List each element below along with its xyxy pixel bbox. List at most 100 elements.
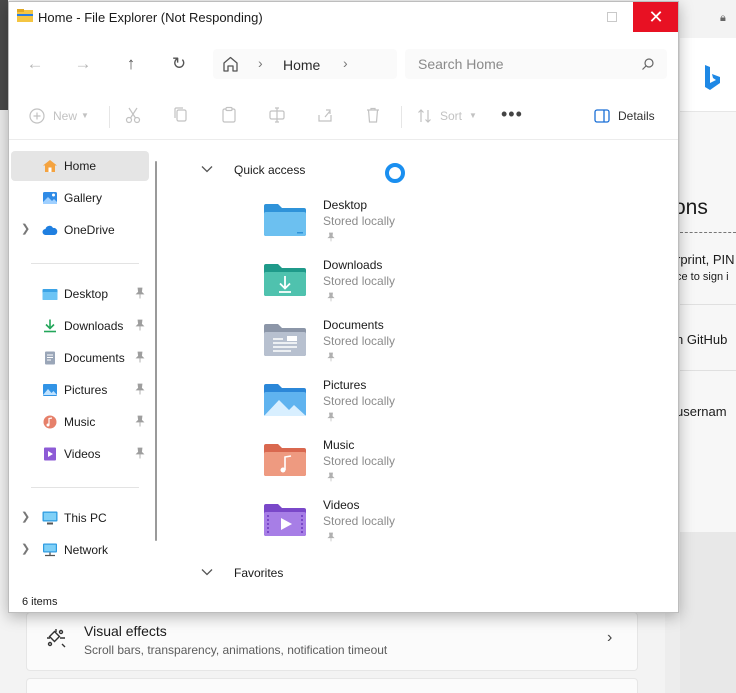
- pin-icon[interactable]: [135, 319, 145, 331]
- refresh-button[interactable]: ↻: [167, 54, 191, 74]
- sidebar-scrollbar[interactable]: [155, 161, 157, 541]
- sidebar-item-label: Music: [64, 415, 96, 429]
- pin-icon[interactable]: [327, 412, 335, 422]
- sidebar-item-this-pc[interactable]: ❯ This PC: [11, 503, 149, 533]
- breadcrumb-home[interactable]: Home: [283, 57, 320, 73]
- file-explorer-icon: [17, 9, 33, 22]
- delete-button[interactable]: [364, 106, 384, 126]
- sidebar-item-label: Pictures: [64, 383, 108, 397]
- pin-icon[interactable]: [327, 232, 335, 242]
- pin-icon[interactable]: [135, 447, 145, 459]
- bing-logo-icon[interactable]: [702, 64, 722, 92]
- sidebar-divider: [31, 487, 139, 488]
- more-options-button[interactable]: •••: [501, 104, 523, 125]
- browser-lower-area: [680, 532, 736, 693]
- pin-icon[interactable]: [327, 532, 335, 542]
- folder-name: Videos: [323, 498, 360, 512]
- pc-icon: [42, 511, 58, 525]
- chevron-down-icon: ▼: [469, 111, 477, 120]
- pin-icon[interactable]: [327, 292, 335, 302]
- trash-icon: [367, 107, 379, 123]
- copy-button[interactable]: [172, 106, 192, 126]
- new-button[interactable]: New ▼: [29, 106, 95, 126]
- downloads-folder-icon: [264, 264, 306, 296]
- chevron-down-icon: ▼: [81, 111, 89, 120]
- pin-icon[interactable]: [135, 383, 145, 395]
- background-browser-window: 🔒︎ ons rprint, PIN ce to sign i n GitHub…: [674, 0, 736, 693]
- breadcrumb-chevron-icon[interactable]: ›: [258, 55, 263, 71]
- pin-icon[interactable]: [135, 287, 145, 299]
- sidebar-item-label: OneDrive: [64, 223, 115, 237]
- chevron-right-icon[interactable]: ❯: [21, 510, 30, 523]
- details-label: Details: [618, 109, 655, 123]
- quick-access-title: Quick access: [234, 163, 306, 177]
- folder-item-downloads[interactable]: Downloads Stored locally: [263, 258, 513, 318]
- share-icon: [318, 109, 332, 122]
- breadcrumb-chevron-icon[interactable]: ›: [343, 55, 348, 71]
- folder-name: Pictures: [323, 378, 367, 392]
- browser-heading-fragment: ons: [674, 196, 708, 219]
- paste-button[interactable]: [220, 106, 240, 126]
- folder-item-pictures[interactable]: Pictures Stored locally: [263, 378, 513, 438]
- sidebar-item-label: Network: [64, 543, 109, 557]
- search-icon[interactable]: [641, 57, 655, 71]
- favorites-title: Favorites: [234, 566, 284, 580]
- browser-text-fragment-1: rprint, PIN: [676, 252, 735, 267]
- chevron-right-icon[interactable]: ❯: [21, 222, 30, 235]
- settings-card-partial[interactable]: [26, 678, 638, 693]
- share-button[interactable]: [316, 106, 336, 126]
- desktop-folder-icon: [42, 289, 58, 300]
- videos-icon: [44, 447, 56, 461]
- folder-item-desktop[interactable]: Desktop Stored locally: [263, 198, 513, 258]
- sidebar-item-gallery[interactable]: Gallery: [11, 183, 149, 213]
- search-input[interactable]: [405, 49, 635, 79]
- home-icon[interactable]: [222, 56, 239, 72]
- sidebar-item-label: This PC: [64, 511, 107, 525]
- status-bar: 6 items: [9, 591, 678, 612]
- sidebar-item-downloads[interactable]: Downloads: [11, 311, 149, 341]
- pin-icon[interactable]: [135, 351, 145, 363]
- address-bar[interactable]: › Home ›: [213, 49, 397, 79]
- new-label: New: [53, 109, 78, 123]
- sidebar-item-label: Desktop: [64, 287, 109, 301]
- sidebar-item-pictures[interactable]: Pictures: [11, 375, 149, 405]
- background-window-edge: [0, 0, 8, 110]
- sidebar-item-label: Gallery: [64, 191, 103, 205]
- rename-icon: [269, 107, 285, 123]
- sidebar-item-home[interactable]: Home: [11, 151, 149, 181]
- close-icon: ✕: [648, 7, 664, 27]
- music-folder-icon: [264, 444, 306, 476]
- pin-icon[interactable]: [327, 352, 335, 362]
- music-icon: [43, 415, 57, 429]
- sidebar-item-label: Home: [64, 159, 97, 173]
- pin-icon[interactable]: [327, 472, 335, 482]
- folder-item-music[interactable]: Music Stored locally: [263, 438, 513, 498]
- close-button[interactable]: ✕: [633, 2, 678, 32]
- sidebar-item-music[interactable]: Music: [11, 407, 149, 437]
- up-button[interactable]: ↑: [119, 54, 143, 74]
- navigation-pane: Home Gallery ❯ OneDrive Desktop Download…: [9, 141, 164, 589]
- navigation-bar: ← → ↑ ↻ › Home ›: [9, 32, 678, 90]
- maximize-button[interactable]: [591, 2, 633, 32]
- sort-label: Sort: [440, 109, 463, 123]
- sidebar-item-desktop[interactable]: Desktop: [11, 279, 149, 309]
- back-button[interactable]: ←: [23, 54, 47, 74]
- visual-effects-card[interactable]: Visual effects Scroll bars, transparency…: [26, 612, 638, 671]
- folder-status: Stored locally: [323, 454, 396, 468]
- sidebar-item-documents[interactable]: Documents: [11, 343, 149, 373]
- folder-item-documents[interactable]: Documents Stored locally: [263, 318, 513, 378]
- pin-icon[interactable]: [135, 415, 145, 427]
- sidebar-item-videos[interactable]: Videos: [11, 439, 149, 469]
- cut-button[interactable]: [124, 106, 144, 126]
- sort-button[interactable]: Sort ▼: [417, 106, 479, 126]
- window-title: Home - File Explorer (Not Responding): [38, 10, 263, 25]
- dashed-divider: [680, 232, 736, 233]
- sidebar-item-onedrive[interactable]: ❯ OneDrive: [11, 215, 149, 245]
- folder-item-videos[interactable]: Videos Stored locally: [263, 498, 513, 558]
- desktop-folder-icon: [264, 204, 306, 236]
- sidebar-item-network[interactable]: ❯ Network: [11, 535, 149, 565]
- rename-button[interactable]: [268, 106, 288, 126]
- folder-name: Downloads: [323, 258, 383, 272]
- forward-button[interactable]: →: [71, 54, 95, 74]
- chevron-right-icon[interactable]: ❯: [21, 542, 30, 555]
